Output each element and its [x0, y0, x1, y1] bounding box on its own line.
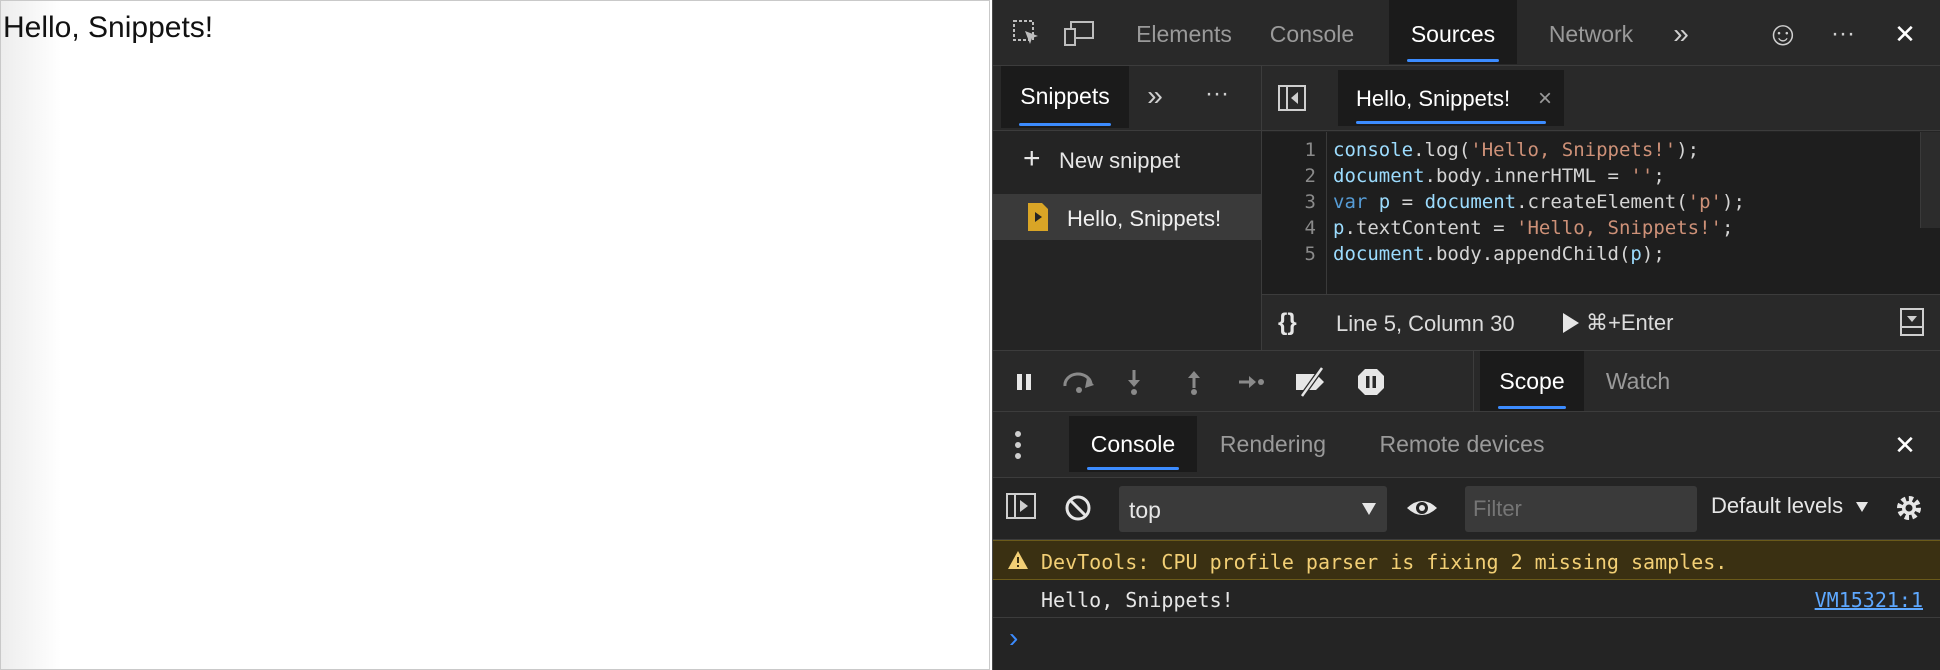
- context-selector[interactable]: top: [1119, 486, 1387, 532]
- tab-scope[interactable]: Scope: [1480, 351, 1584, 411]
- code-line-5: document.body.appendChild(p);: [1333, 243, 1665, 265]
- page-heading: Hello, Snippets!: [3, 11, 214, 44]
- filter-input[interactable]: [1465, 486, 1697, 532]
- snippet-file-icon: [1027, 202, 1049, 232]
- run-shortcut-label: ⌘+Enter: [1586, 310, 1674, 336]
- chevron-down-icon: [1855, 501, 1869, 513]
- console-sidebar-icon[interactable]: [1005, 492, 1037, 520]
- console-settings-gear-icon[interactable]: [1893, 492, 1925, 524]
- code-line-4: p.textContent = 'Hello, Snippets!';: [1333, 217, 1734, 239]
- step-icon[interactable]: [1233, 365, 1269, 399]
- inspected-page: Hello, Snippets!: [0, 0, 990, 670]
- code-line-1: console.log('Hello, Snippets!');: [1333, 139, 1700, 161]
- add-icon: +: [1023, 142, 1041, 175]
- drawer-tab-console[interactable]: Console: [1069, 416, 1197, 472]
- debugger-toolbar: Scope Watch: [993, 350, 1940, 412]
- pause-on-exceptions-icon[interactable]: [1351, 363, 1391, 401]
- editor-pane: Hello, Snippets! × 1 2 3 4 5 console.log…: [1262, 66, 1940, 351]
- tab-snippets[interactable]: Snippets: [1001, 66, 1129, 128]
- console-toolbar: top Default levels: [993, 478, 1940, 540]
- inspect-element-icon[interactable]: [1001, 10, 1051, 56]
- navigator-tabs: Snippets » ···: [993, 66, 1261, 131]
- new-snippet-label: New snippet: [1059, 148, 1181, 173]
- editor-tab-bar: Hello, Snippets! ×: [1262, 66, 1940, 131]
- debugger-sidebar-tabs: Scope Watch: [1473, 351, 1940, 411]
- pretty-print-button[interactable]: {}: [1278, 309, 1297, 337]
- console-log-message: Hello, Snippets! VM15321:1: [993, 580, 1940, 618]
- line-number: 5: [1304, 243, 1316, 265]
- log-levels-dropdown[interactable]: Default levels: [1711, 493, 1869, 519]
- drawer-menu-icon[interactable]: [1005, 412, 1031, 476]
- line-number: 4: [1304, 217, 1316, 239]
- context-value: top: [1129, 497, 1161, 523]
- tab-console[interactable]: Console: [1249, 0, 1375, 64]
- run-snippet-button[interactable]: ⌘+Enter: [1562, 309, 1673, 336]
- device-toolbar-icon[interactable]: [1053, 10, 1105, 56]
- feedback-icon[interactable]: ☺: [1755, 0, 1811, 64]
- play-icon: [1562, 312, 1580, 334]
- console-prompt[interactable]: ›: [993, 618, 1940, 670]
- step-into-icon[interactable]: [1117, 365, 1151, 399]
- console-warning-message: DevTools: CPU profile parser is fixing 2…: [993, 540, 1940, 580]
- drawer-tab-remote-devices[interactable]: Remote devices: [1367, 416, 1557, 472]
- tab-elements[interactable]: Elements: [1121, 0, 1247, 64]
- code-line-2: document.body.innerHTML = '';: [1333, 165, 1665, 187]
- chevron-down-icon: [1361, 502, 1377, 516]
- code-line-3: var p = document.createElement('p');: [1333, 191, 1745, 213]
- drawer-tab-bar: Console Rendering Remote devices ✕: [993, 412, 1940, 478]
- more-tabs-icon[interactable]: »: [1657, 0, 1705, 64]
- code-editor[interactable]: 1 2 3 4 5 console.log('Hello, Snippets!'…: [1262, 132, 1940, 294]
- prompt-chevron-icon: ›: [1009, 622, 1019, 653]
- clear-console-icon[interactable]: [1063, 493, 1093, 523]
- editor-tab-label: Hello, Snippets!: [1356, 86, 1511, 111]
- customize-menu-icon[interactable]: ···: [1815, 0, 1871, 64]
- close-drawer-icon[interactable]: ✕: [1877, 412, 1933, 476]
- tab-sources[interactable]: Sources: [1389, 0, 1517, 64]
- editor-tab-hello-snippets[interactable]: Hello, Snippets! ×: [1338, 70, 1564, 126]
- line-number: 3: [1304, 191, 1316, 213]
- pause-icon[interactable]: [1007, 365, 1041, 399]
- navigator-menu-icon[interactable]: ···: [1189, 66, 1245, 128]
- snippet-item[interactable]: Hello, Snippets!: [993, 194, 1261, 240]
- drawer-tab-rendering[interactable]: Rendering: [1203, 416, 1343, 472]
- cursor-position: Line 5, Column 30: [1336, 311, 1515, 336]
- navigator-more-icon[interactable]: »: [1133, 66, 1177, 128]
- line-number-gutter: 1 2 3 4 5: [1262, 132, 1327, 294]
- tab-watch[interactable]: Watch: [1586, 351, 1690, 411]
- devtools-panel: Elements Console Sources Network » ☺ ···…: [992, 0, 1940, 670]
- close-tab-icon[interactable]: ×: [1538, 70, 1552, 128]
- line-number: 1: [1304, 139, 1316, 161]
- live-expression-eye-icon[interactable]: [1405, 496, 1439, 520]
- warning-text: DevTools: CPU profile parser is fixing 2…: [1041, 550, 1728, 574]
- log-text: Hello, Snippets!: [1041, 588, 1234, 612]
- editor-status-bar: {} Line 5, Column 30 ⌘+Enter: [1262, 294, 1940, 351]
- tab-network[interactable]: Network: [1527, 0, 1655, 64]
- warning-icon: [1007, 550, 1029, 570]
- step-out-icon[interactable]: [1177, 365, 1211, 399]
- sources-navigator: Snippets » ··· + New snippet Hello, Snip…: [993, 66, 1262, 350]
- devtools-toolbar: Elements Console Sources Network » ☺ ···…: [993, 0, 1940, 66]
- line-number: 2: [1304, 165, 1316, 187]
- new-snippet-button[interactable]: + New snippet: [993, 136, 1261, 182]
- step-over-icon[interactable]: [1059, 365, 1099, 399]
- editor-scrollbar[interactable]: [1920, 132, 1940, 228]
- log-source-link[interactable]: VM15321:1: [1815, 588, 1923, 612]
- deactivate-breakpoints-icon[interactable]: [1289, 363, 1333, 401]
- log-levels-label: Default levels: [1711, 493, 1844, 518]
- close-devtools-icon[interactable]: ✕: [1877, 0, 1933, 64]
- toggle-navigator-icon[interactable]: [1274, 80, 1310, 116]
- toggle-drawer-icon[interactable]: [1899, 307, 1925, 337]
- snippet-item-label: Hello, Snippets!: [1067, 206, 1222, 231]
